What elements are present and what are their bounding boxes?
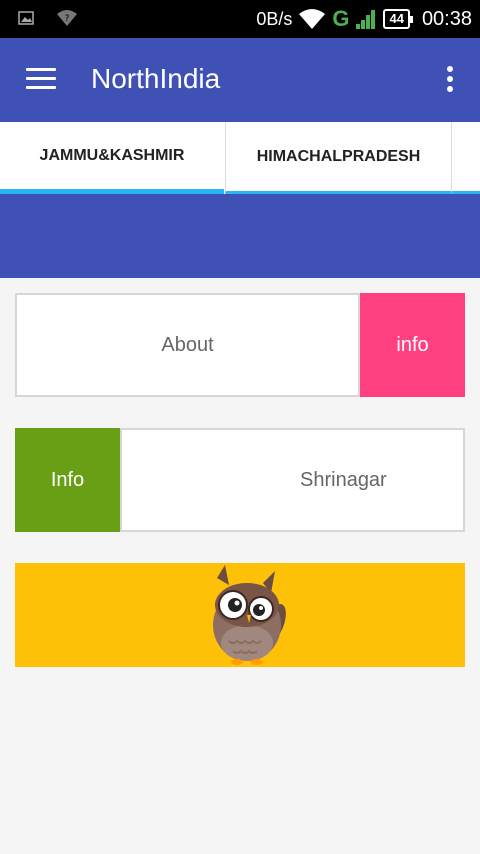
app-bar: NorthIndia (0, 38, 480, 122)
clock: 00:38 (421, 7, 472, 30)
menu-icon[interactable] (26, 68, 56, 92)
svg-text:?: ? (65, 14, 70, 24)
city-button[interactable]: Shrinagar (120, 428, 465, 532)
footer-banner (15, 563, 465, 667)
about-button[interactable]: About (15, 293, 360, 397)
info-button[interactable]: info (360, 293, 465, 397)
battery-icon: 44 (383, 9, 414, 29)
wifi-question-icon: ? (57, 10, 77, 26)
image-icon (18, 11, 34, 25)
header-banner (0, 194, 480, 278)
page-title: NorthIndia (91, 63, 221, 94)
about-card: About info (15, 293, 465, 397)
owl-illustration (213, 565, 286, 665)
wifi-icon (299, 9, 326, 29)
tab-jammu-kashmir[interactable]: JAMMU&KASHMIR (0, 122, 224, 194)
tab-next[interactable] (451, 122, 480, 194)
city-card: Info Shrinagar (15, 428, 465, 532)
city-info-button[interactable]: Info (15, 428, 120, 532)
tab-bar: JAMMU&KASHMIR HIMACHALPRADESH (0, 122, 480, 194)
signal-icon (356, 10, 376, 29)
status-bar: ? 0B/s G 44 00:38 (0, 0, 480, 38)
net-speed: 0B/s (256, 8, 293, 29)
tab-himachal-pradesh[interactable]: HIMACHALPRADESH (225, 122, 451, 194)
overflow-menu-icon[interactable] (446, 66, 454, 96)
network-type: G (332, 6, 350, 31)
